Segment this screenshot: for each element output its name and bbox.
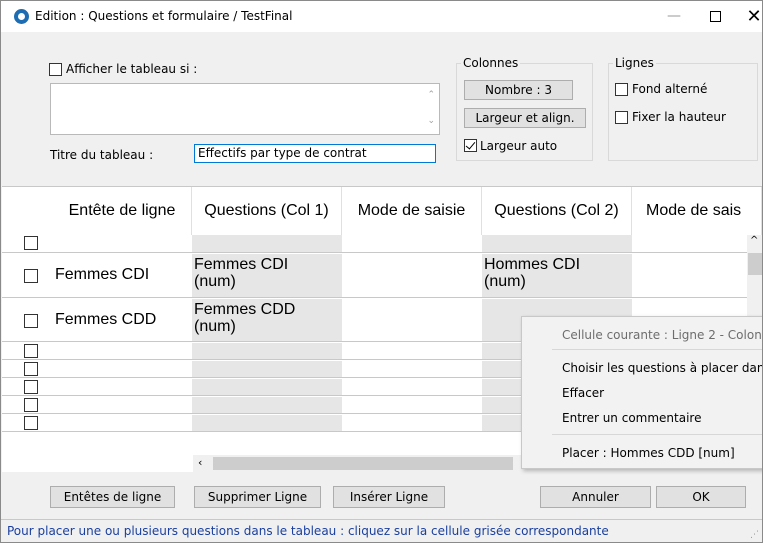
table-row [2,235,747,253]
largeur-auto-label: Largeur auto [480,139,558,153]
ok-button[interactable]: OK [656,486,746,508]
status-text: Pour placer une ou plusieurs questions d… [7,524,609,538]
row-checkbox[interactable] [24,416,38,430]
status-bar: Pour placer une ou plusieurs questions d… [1,519,762,542]
row-checkbox[interactable] [24,269,38,283]
afficher-label: Afficher le tableau si : [66,62,198,76]
question-cell-col1[interactable] [192,343,342,359]
menu-separator [552,349,762,350]
question-cell-col1[interactable] [192,379,342,395]
fixer-hauteur-checkbox[interactable] [615,111,628,124]
row-checkbox[interactable] [24,362,38,376]
question-cell-col1[interactable] [192,397,342,413]
mode-cell[interactable] [342,299,482,341]
scroll-left-arrow-icon[interactable]: ‹ [198,456,202,469]
context-menu: Cellule courante : Ligne 2 - Colon Chois… [521,316,762,469]
menu-item-effacer[interactable]: Effacer [562,386,604,400]
largeur-align-button[interactable]: Largeur et align. [464,108,586,128]
question-cell-col1[interactable] [192,415,342,431]
row-header-cell[interactable]: Femmes CDD [53,299,192,341]
vertical-scroll-thumb[interactable] [748,253,762,275]
largeur-auto-checkbox[interactable] [464,139,477,152]
question-cell-col1[interactable] [192,235,342,252]
mode-cell[interactable] [342,254,482,297]
annuler-button[interactable]: Annuler [540,486,651,508]
condition-textarea[interactable]: ⌃ ⌄ [50,83,440,135]
row-checkbox[interactable] [24,236,38,250]
app-icon [14,9,29,24]
menu-separator [552,434,762,435]
fond-alterne-label: Fond alterné [632,82,708,96]
scroll-down-icon[interactable]: ⌄ [427,116,435,126]
row-checkbox[interactable] [24,398,38,412]
menu-item-choisir[interactable]: Choisir les questions à placer dan [562,361,762,375]
header-mode-saisie-1[interactable]: Mode de saisie [342,187,482,235]
row-header-cell[interactable] [53,415,192,431]
fond-alterne-checkbox[interactable] [615,83,628,96]
supprimer-ligne-button[interactable]: Supprimer Ligne [194,486,321,508]
close-button[interactable]: ✕ [731,1,762,32]
header-mode-saisie-2[interactable]: Mode de sais [632,187,762,235]
row-checkbox[interactable] [24,314,38,328]
fixer-hauteur-label: Fixer la hauteur [632,110,726,124]
row-checkbox[interactable] [24,344,38,358]
row-header-cell[interactable]: Femmes CDI [53,254,192,297]
question-cell-col2[interactable] [482,235,632,252]
minimize-button[interactable]: — [651,1,697,32]
maximize-icon [709,10,721,22]
menu-item-placer[interactable]: Placer : Hommes CDD [num] [562,446,735,460]
header-questions-col2[interactable]: Questions (Col 2) [482,187,632,235]
afficher-checkbox[interactable] [49,63,62,76]
titre-label: Titre du tableau : [50,148,154,162]
horizontal-scroll-thumb[interactable] [213,457,513,470]
row-header-cell[interactable] [53,397,192,413]
lignes-title: Lignes [613,56,656,70]
menu-item-commentaire[interactable]: Entrer un commentaire [562,411,701,425]
row-header-cell[interactable] [53,235,192,252]
entetes-ligne-button[interactable]: Entêtes de ligne [50,486,175,508]
colonnes-title: Colonnes [461,56,521,70]
table-row: Femmes CDI Femmes CDI (num) Hommes CDI (… [2,254,747,298]
resize-grip-icon[interactable]: ⋰ [750,530,759,540]
scroll-up-arrow-icon[interactable]: ^ [750,235,758,246]
question-cell-col1[interactable] [192,361,342,377]
header-entete[interactable]: Entête de ligne [53,187,192,235]
nombre-button[interactable]: Nombre : 3 [464,80,573,100]
mode-cell[interactable] [342,235,482,252]
window-title: Edition : Questions et formulaire / Test… [35,9,293,23]
question-cell-col1[interactable]: Femmes CDD (num) [192,299,342,341]
inserer-ligne-button[interactable]: Insérer Ligne [333,486,445,508]
dialog-window: Edition : Questions et formulaire / Test… [0,0,763,543]
scroll-up-icon[interactable]: ⌃ [427,90,435,100]
row-header-cell[interactable] [53,379,192,395]
question-cell-col2[interactable]: Hommes CDI (num) [482,254,632,297]
title-bar: Edition : Questions et formulaire / Test… [1,1,762,32]
row-header-cell[interactable] [53,343,192,359]
menu-header: Cellule courante : Ligne 2 - Colon [562,328,762,342]
question-cell-col1[interactable]: Femmes CDI (num) [192,254,342,297]
titre-input[interactable]: Effectifs par type de contrat [194,144,436,163]
row-checkbox[interactable] [24,380,38,394]
row-header-cell[interactable] [53,361,192,377]
header-questions-col1[interactable]: Questions (Col 1) [192,187,342,235]
